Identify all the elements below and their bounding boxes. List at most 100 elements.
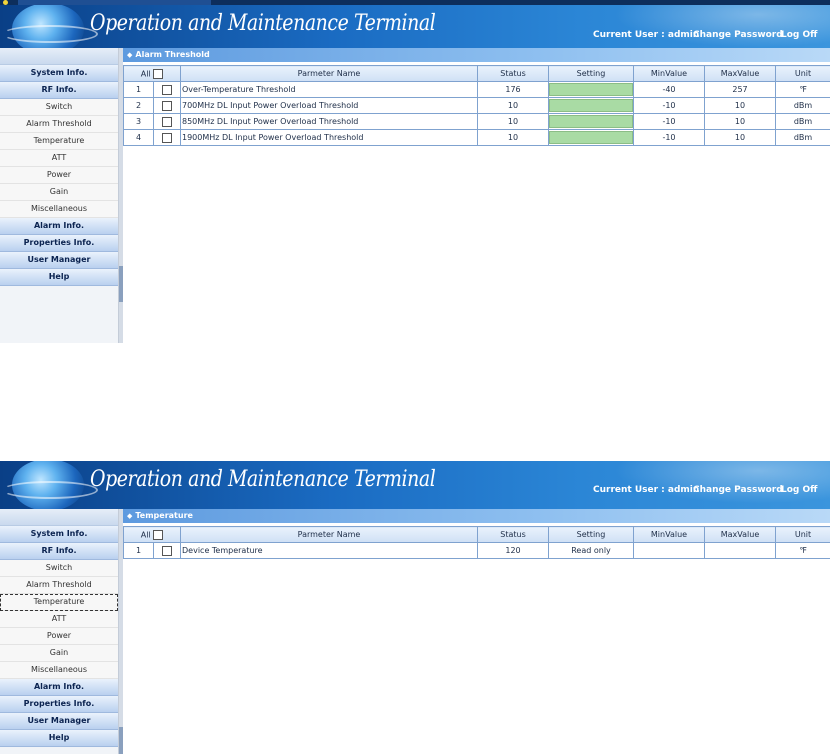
parameter-name: 700MHz DL Input Power Overload Threshold [180, 97, 478, 114]
sidebar-item-switch[interactable]: Switch [0, 99, 118, 116]
row-checkbox[interactable] [162, 116, 172, 127]
table-header-row: All Parmeter Name Status Setting MinValu… [123, 65, 830, 82]
col-header-min: MinValue [633, 526, 705, 543]
section-header: ◆ Temperature [123, 509, 830, 523]
table-row: 3 850MHz DL Input Power Overload Thresho… [123, 113, 830, 130]
row-number: 4 [123, 129, 154, 146]
parameter-table: All Parmeter Name Status Setting MinValu… [123, 65, 830, 146]
table-header-row: All Parmeter Name Status Setting MinValu… [123, 526, 830, 543]
log-off-link[interactable]: Log Off [781, 485, 817, 495]
sidebar-item-power[interactable]: Power [0, 167, 118, 184]
max-value: 10 [704, 113, 776, 130]
sidebar-item-miscellaneous[interactable]: Miscellaneous [0, 662, 118, 679]
col-header-unit: Unit [775, 65, 830, 82]
min-value: -40 [633, 81, 705, 98]
col-header-min: MinValue [633, 65, 705, 82]
sidebar-item-user-manager[interactable]: User Manager [0, 252, 118, 269]
parameter-name: Device Temperature [180, 542, 478, 559]
max-value [704, 542, 776, 559]
setting-input[interactable] [549, 115, 633, 128]
change-password-link[interactable]: Change Password [693, 485, 783, 495]
unit-value: ℉ [775, 542, 830, 559]
col-header-status: Status [477, 65, 549, 82]
setting-input[interactable] [549, 83, 633, 96]
status-value: 10 [477, 113, 549, 130]
sidebar-item-att[interactable]: ATT [0, 150, 118, 167]
sidebar-item-properties-info[interactable]: Properties Info. [0, 235, 118, 252]
sidebar-item-rf-info[interactable]: RF Info. [0, 543, 118, 560]
sidebar-item-alarm-info[interactable]: Alarm Info. [0, 218, 118, 235]
min-value: -10 [633, 129, 705, 146]
setting-input[interactable] [549, 131, 633, 144]
select-all-header: All [123, 526, 181, 543]
unit-value: dBm [775, 97, 830, 114]
globe-logo-icon [2, 5, 98, 48]
sidebar-item-alarm-info[interactable]: Alarm Info. [0, 679, 118, 696]
screen-temperature: Operation and Maintenance Terminal Curre… [0, 461, 830, 754]
sidebar-item-help[interactable]: Help [0, 269, 118, 286]
section-title: Alarm Threshold [135, 50, 210, 59]
col-header-setting: Setting [548, 526, 634, 543]
col-header-unit: Unit [775, 526, 830, 543]
content-area: ◆ Alarm Threshold All Parmeter Name Statu… [123, 48, 830, 343]
max-value: 10 [704, 129, 776, 146]
row-checkbox[interactable] [162, 545, 172, 556]
select-all-header: All [123, 65, 181, 82]
min-value: -10 [633, 113, 705, 130]
sidebar-item-miscellaneous[interactable]: Miscellaneous [0, 201, 118, 218]
sidebar-item-power[interactable]: Power [0, 628, 118, 645]
min-value [633, 542, 705, 559]
sidebar-item-switch[interactable]: Switch [0, 560, 118, 577]
sidebar-item-gain[interactable]: Gain [0, 645, 118, 662]
sidebar-item-alarm-threshold[interactable]: Alarm Threshold [0, 116, 118, 133]
select-all-checkbox[interactable] [153, 529, 164, 540]
app-header: Operation and Maintenance Terminal Curre… [0, 5, 830, 48]
sidebar-item-help[interactable]: Help [0, 730, 118, 747]
status-value: 10 [477, 97, 549, 114]
sidebar-item-gain[interactable]: Gain [0, 184, 118, 201]
screen-alarm-threshold: Operation and Maintenance Terminal Curre… [0, 0, 830, 343]
row-checkbox[interactable] [162, 132, 172, 143]
max-value: 10 [704, 97, 776, 114]
diamond-icon: ◆ [127, 512, 133, 520]
globe-logo-icon [2, 461, 98, 509]
select-all-checkbox[interactable] [153, 68, 164, 79]
sidebar-item-rf-info[interactable]: RF Info. [0, 82, 118, 99]
app-title: Operation and Maintenance Terminal [90, 467, 436, 492]
diamond-icon: ◆ [127, 51, 133, 59]
sidebar-item-att[interactable]: ATT [0, 611, 118, 628]
log-off-link[interactable]: Log Off [781, 30, 817, 40]
parameter-table: All Parmeter Name Status Setting MinValu… [123, 526, 830, 559]
setting-input[interactable] [549, 99, 633, 112]
unit-value: ℉ [775, 81, 830, 98]
sidebar-item-temperature[interactable]: Temperature [0, 133, 118, 150]
row-checkbox[interactable] [162, 100, 172, 111]
row-number: 2 [123, 97, 154, 114]
change-password-link[interactable]: Change Password [693, 30, 783, 40]
status-value: 176 [477, 81, 549, 98]
sidebar-item-properties-info[interactable]: Properties Info. [0, 696, 118, 713]
content-area: ◆ Temperature All Parmeter Name Status Se… [123, 509, 830, 754]
sidebar-item-system-info[interactable]: System Info. [0, 65, 118, 82]
row-number: 3 [123, 113, 154, 130]
sidebar-item-alarm-threshold[interactable]: Alarm Threshold [0, 577, 118, 594]
parameter-name: 1900MHz DL Input Power Overload Threshol… [180, 129, 478, 146]
current-user-label: Current User : admin [593, 30, 700, 40]
setting-value: Read only [548, 542, 634, 559]
row-checkbox[interactable] [162, 84, 172, 95]
table-row: 1 Over-Temperature Threshold 176 -40 257… [123, 81, 830, 98]
parameter-name: 850MHz DL Input Power Overload Threshold [180, 113, 478, 130]
table-row: 4 1900MHz DL Input Power Overload Thresh… [123, 129, 830, 146]
parameter-name: Over-Temperature Threshold [180, 81, 478, 98]
sidebar-nav: System Info. RF Info. Switch Alarm Thres… [0, 48, 118, 343]
current-user-label: Current User : admin [593, 485, 700, 495]
col-header-name: Parmeter Name [180, 65, 478, 82]
app-header: Operation and Maintenance Terminal Curre… [0, 461, 830, 509]
section-header: ◆ Alarm Threshold [123, 48, 830, 62]
sidebar-item-user-manager[interactable]: User Manager [0, 713, 118, 730]
unit-value: dBm [775, 113, 830, 130]
col-header-setting: Setting [548, 65, 634, 82]
unit-value: dBm [775, 129, 830, 146]
sidebar-item-temperature[interactable]: Temperature [0, 594, 118, 611]
sidebar-item-system-info[interactable]: System Info. [0, 526, 118, 543]
